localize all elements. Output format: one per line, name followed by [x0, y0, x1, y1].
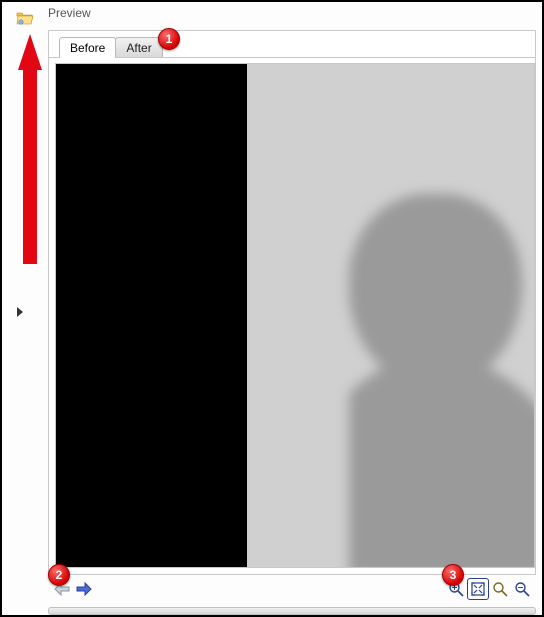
- actual-size-button[interactable]: [490, 579, 510, 599]
- preview-canvas[interactable]: [55, 63, 535, 568]
- folder-open-icon[interactable]: [16, 10, 34, 26]
- horizontal-scrollbar[interactable]: [48, 607, 536, 615]
- prev-image-button[interactable]: [52, 579, 72, 599]
- tab-underline: [49, 57, 535, 58]
- magnifier-icon: [492, 581, 508, 597]
- tab-before[interactable]: Before: [59, 37, 116, 57]
- fit-icon: [470, 581, 486, 597]
- image-left-black: [56, 64, 247, 567]
- zoom-in-button[interactable]: [446, 579, 466, 599]
- zoom-out-icon: [514, 581, 530, 597]
- preview-inner: Before After: [48, 30, 536, 575]
- tabs: Before After: [59, 35, 535, 57]
- bottom-toolbar: [48, 579, 536, 607]
- expand-panel-icon[interactable]: [16, 306, 24, 318]
- arrow-annotation-icon: [18, 34, 42, 267]
- fit-to-window-button[interactable]: [468, 579, 488, 599]
- arrow-left-icon: [54, 582, 70, 596]
- image-right-bg: [247, 64, 534, 567]
- next-image-button[interactable]: [74, 579, 94, 599]
- arrow-right-icon: [76, 582, 92, 596]
- zoom-out-button[interactable]: [512, 579, 532, 599]
- panel-title: Preview: [48, 6, 91, 20]
- silhouette-icon: [349, 124, 535, 568]
- preview-panel-frame: Preview Before After: [0, 0, 544, 617]
- tab-after[interactable]: After: [115, 37, 162, 57]
- left-gutter: [2, 2, 46, 615]
- zoom-in-icon: [448, 581, 464, 597]
